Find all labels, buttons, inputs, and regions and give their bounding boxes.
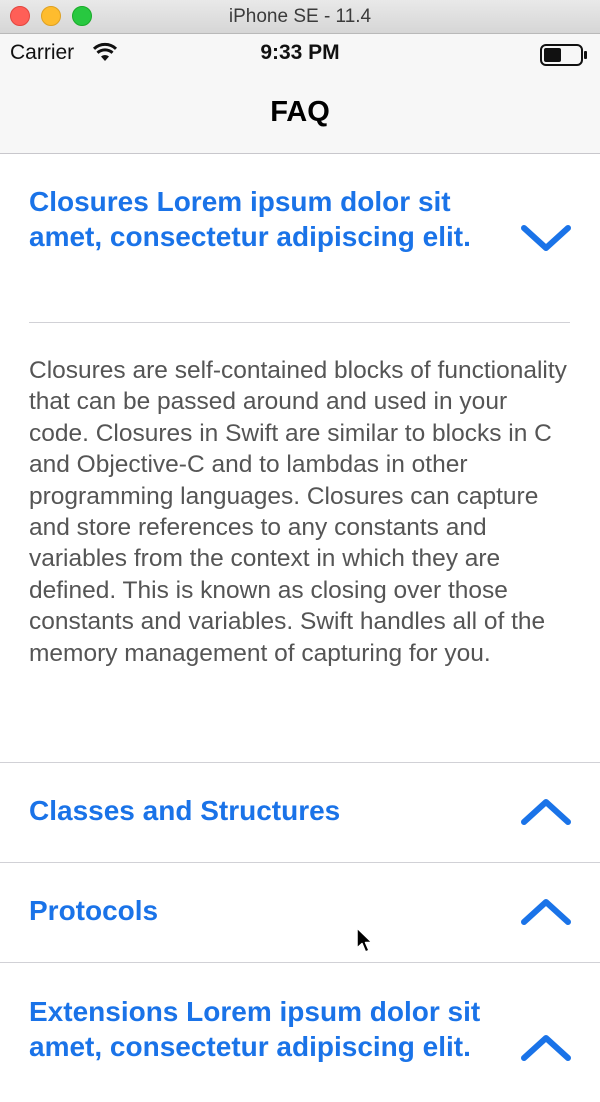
navigation-bar: FAQ [0,72,600,154]
faq-question[interactable]: Protocols [29,893,499,928]
simulator-window: iPhone SE - 11.4 Carrier 9:33 PM FAQ Clo… [0,0,600,1102]
page-title: FAQ [270,96,330,128]
faq-item-classes-and-structures[interactable]: Classes and Structures [0,763,600,863]
faq-list: Closures Lorem ipsum dolor sit amet, con… [0,154,600,1102]
faq-question[interactable]: Closures Lorem ipsum dolor sit amet, con… [29,184,499,254]
faq-item-extensions[interactable]: Extensions Lorem ipsum dolor sit amet, c… [0,963,600,1102]
window-title: iPhone SE - 11.4 [228,6,372,27]
chevron-up-icon[interactable] [520,796,572,828]
chevron-up-icon[interactable] [520,1032,572,1064]
chevron-up-icon[interactable] [520,896,572,928]
status-time: 9:33 PM [260,41,340,64]
faq-item-closures[interactable]: Closures Lorem ipsum dolor sit amet, con… [0,154,600,763]
faq-question[interactable]: Extensions Lorem ipsum dolor sit amet, c… [29,994,499,1064]
chevron-down-icon[interactable] [520,222,572,254]
mouse-pointer-icon [356,927,374,960]
faq-item-protocols[interactable]: Protocols [0,863,600,963]
status-bar: Carrier 9:33 PM [0,34,600,72]
question-answer-divider [29,322,570,323]
battery-icon [540,44,588,71]
faq-question[interactable]: Classes and Structures [29,793,499,828]
faq-answer: Closures are self-contained blocks of fu… [29,357,567,667]
window-title-bar: iPhone SE - 11.4 [0,0,600,34]
